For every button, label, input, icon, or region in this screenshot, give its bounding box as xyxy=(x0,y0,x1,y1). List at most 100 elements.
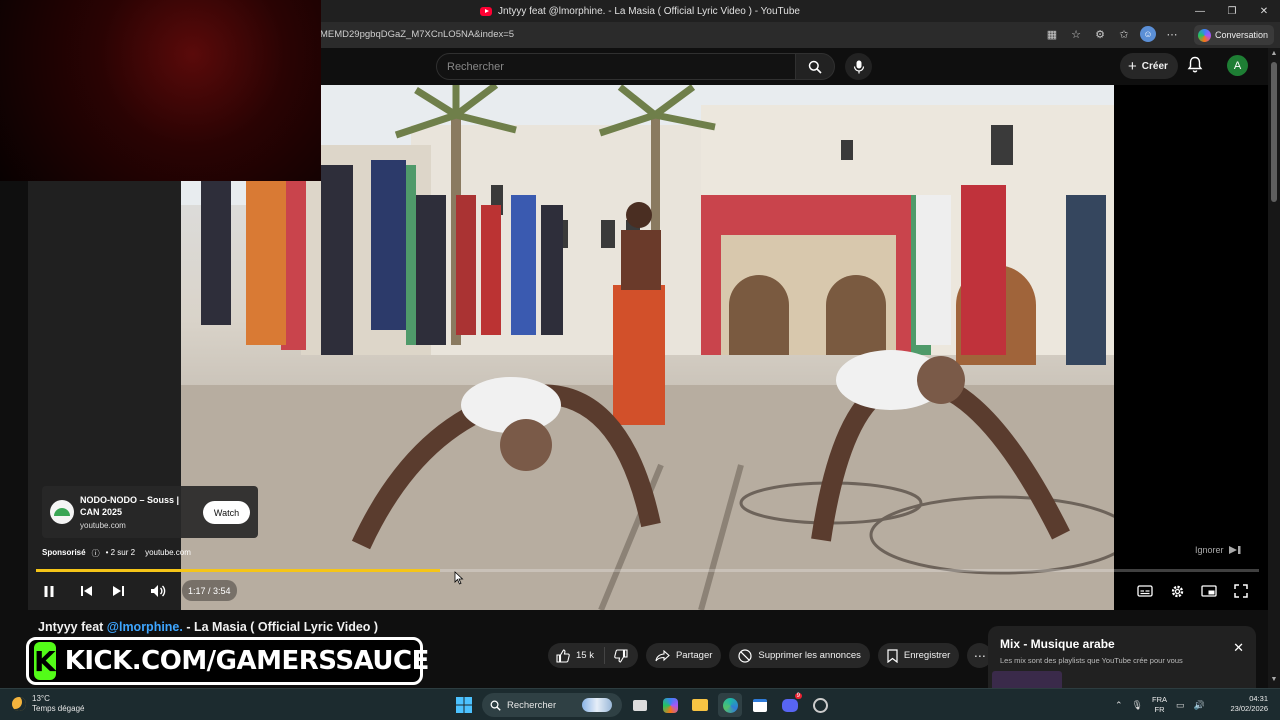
start-button[interactable] xyxy=(452,693,476,717)
remove-ads-button[interactable]: Supprimer les annonces xyxy=(729,643,870,668)
clock-date: 23/02/2026 xyxy=(1230,704,1268,713)
network-icon[interactable]: ▭ xyxy=(1176,700,1185,711)
subtitles-icon xyxy=(1137,585,1153,597)
dislike-button[interactable] xyxy=(605,648,638,663)
windows-taskbar: 13°C Temps dégagé Rechercher 9 ⌃ 🎙 FRA F… xyxy=(0,688,1280,720)
create-button[interactable]: + Créer xyxy=(1120,53,1178,79)
taskbar-search[interactable]: Rechercher xyxy=(482,693,622,717)
page-scrollbar[interactable]: ▲ ▼ xyxy=(1268,48,1280,688)
ad-watch-button[interactable]: Watch xyxy=(203,501,250,524)
like-button[interactable]: 15 k xyxy=(548,647,605,664)
video-title-suffix: - La Masia ( Official Lyric Video ) xyxy=(182,620,379,634)
tray-chevron-icon[interactable]: ⌃ xyxy=(1115,700,1123,711)
close-window-button[interactable]: ✕ xyxy=(1248,0,1280,22)
microphone-icon xyxy=(853,60,864,73)
like-dislike-group: 15 k xyxy=(548,643,638,668)
voice-search-button[interactable] xyxy=(845,53,872,80)
fullscreen-icon xyxy=(1234,584,1248,598)
video-title-prefix: Jntyyy feat xyxy=(38,620,107,634)
advertiser-logo xyxy=(50,500,74,524)
subtitles-button[interactable] xyxy=(1135,582,1155,600)
edge-browser-icon[interactable] xyxy=(718,693,742,717)
mix-title[interactable]: Mix - Musique arabe xyxy=(1000,637,1115,651)
thumbs-down-icon xyxy=(614,648,628,663)
speaker-icon[interactable]: 🔊 xyxy=(1194,700,1205,711)
settings-button[interactable] xyxy=(1167,582,1187,600)
microphone-tray-icon[interactable]: 🎙 xyxy=(1132,700,1143,711)
language-indicator[interactable]: FRA FR xyxy=(1152,695,1167,715)
copilot-conversation-button[interactable]: Conversation xyxy=(1193,25,1274,45)
bookmark-icon xyxy=(887,648,898,663)
next-button[interactable] xyxy=(108,582,128,600)
skip-ad-button[interactable]: Ignorer xyxy=(1195,545,1242,555)
task-view-icon[interactable] xyxy=(628,693,652,717)
maximize-button[interactable]: ❐ xyxy=(1216,0,1248,22)
player-letterbox xyxy=(28,180,181,610)
discord-icon[interactable]: 9 xyxy=(778,693,802,717)
minimize-button[interactable]: — xyxy=(1184,0,1216,22)
search-input[interactable]: Rechercher xyxy=(436,53,796,80)
ad-card[interactable]: NODO-NODO – Souss | CAN 2025 youtube.com… xyxy=(42,486,258,538)
volume-button[interactable] xyxy=(148,582,168,600)
scroll-up-icon[interactable]: ▲ xyxy=(1270,50,1278,57)
miniplayer-button[interactable] xyxy=(1199,582,1219,600)
gear-icon xyxy=(1171,585,1183,597)
url-text[interactable]: MEMD29pgbqDGaZ_M7XCnLO5NA&index=5 xyxy=(320,29,514,40)
mix-playlist-panel[interactable]: Mix - Musique arabe Les mix sont des pla… xyxy=(988,626,1256,688)
webcam-overlay xyxy=(0,0,321,181)
scroll-thumb[interactable] xyxy=(1271,62,1277,202)
skip-next-icon xyxy=(1228,546,1241,554)
ad-position: • 2 sur 2 xyxy=(105,548,136,557)
notifications-button[interactable] xyxy=(1187,56,1203,79)
time-display: 1:17 / 3:54 xyxy=(182,580,237,601)
menu-dots-icon[interactable]: ⋯ xyxy=(1164,26,1180,42)
info-icon[interactable]: ⓘ xyxy=(92,548,100,559)
plus-icon: + xyxy=(1128,57,1137,75)
profile-avatar[interactable]: ☺ xyxy=(1140,26,1156,42)
apps-icon[interactable]: ▦ xyxy=(1044,26,1060,42)
fullscreen-button[interactable] xyxy=(1231,582,1251,600)
scroll-down-icon[interactable]: ▼ xyxy=(1270,676,1278,683)
share-label: Partager xyxy=(675,650,713,661)
ad-title[interactable]: NODO-NODO – Souss | CAN 2025 xyxy=(80,494,180,518)
share-button[interactable]: Partager xyxy=(645,643,722,668)
mix-thumbnail[interactable] xyxy=(992,671,1062,688)
clock-time: 04:31 xyxy=(1249,694,1268,703)
discord-badge: 9 xyxy=(794,693,802,699)
search-icon xyxy=(490,700,501,711)
search-icon xyxy=(808,60,822,74)
search-button[interactable] xyxy=(795,53,835,80)
keyboard-layout: FR xyxy=(1154,705,1165,714)
ad-meta-domain[interactable]: youtube.com xyxy=(145,548,191,559)
file-explorer-icon[interactable] xyxy=(688,693,712,717)
youtube-tab-icon xyxy=(480,6,493,16)
artist-mention-link[interactable]: @lmorphine. xyxy=(107,620,183,634)
no-ads-icon xyxy=(738,648,753,663)
progress-played xyxy=(36,569,440,572)
sponsored-label: Sponsorisé xyxy=(42,548,86,557)
steam-icon[interactable] xyxy=(808,693,832,717)
mix-subtitle: Les mix sont des playlists que YouTube c… xyxy=(1000,656,1183,665)
system-clock[interactable]: 04:31 23/02/2026 xyxy=(1222,694,1268,714)
favorite-star-icon[interactable]: ☆ xyxy=(1068,26,1084,42)
share-icon xyxy=(655,649,670,661)
window-title: Jntyyy feat @lmorphine. - La Masia ( Off… xyxy=(498,5,800,17)
extensions-icon[interactable]: ⚙ xyxy=(1092,26,1108,42)
copilot-taskbar-icon[interactable] xyxy=(658,693,682,717)
create-label: Créer xyxy=(1141,60,1168,72)
previous-button[interactable] xyxy=(76,582,96,600)
pause-button[interactable] xyxy=(39,582,59,600)
progress-bar[interactable] xyxy=(36,569,1259,572)
weather-widget[interactable]: 13°C Temps dégagé xyxy=(12,694,84,714)
microsoft-store-icon[interactable] xyxy=(748,693,772,717)
conversation-label: Conversation xyxy=(1214,30,1268,40)
close-icon[interactable]: ✕ xyxy=(1233,640,1244,656)
favorites-icon[interactable]: ✩ xyxy=(1116,26,1132,42)
windows-logo-icon xyxy=(456,697,472,713)
remove-ads-label: Supprimer les annonces xyxy=(758,650,861,661)
mouse-cursor xyxy=(454,571,464,590)
skip-label: Ignorer xyxy=(1195,545,1224,555)
account-avatar[interactable]: A xyxy=(1227,55,1248,76)
like-count: 15 k xyxy=(576,650,594,661)
save-button[interactable]: Enregistrer xyxy=(877,643,960,668)
